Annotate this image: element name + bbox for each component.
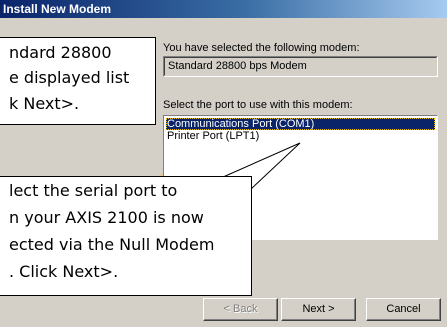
cancel-button-label: Cancel [386, 303, 421, 315]
port-item-label: Communications Port (COM1) [167, 118, 315, 130]
window-title: Install New Modem [3, 2, 112, 16]
back-button-label: < Back [223, 303, 258, 315]
callout-top-line-2: e displayed list [9, 68, 130, 87]
cancel-button[interactable]: Cancel [366, 298, 441, 321]
callout-top-line-1: ndard 28800 [9, 43, 112, 62]
title-bar[interactable]: Install New Modem [0, 0, 447, 18]
next-button-label: Next > [302, 303, 335, 315]
back-button[interactable]: < Back [203, 298, 278, 321]
callout-bottom-line-4: . Click Next>. [9, 262, 119, 281]
selected-modem-value: Standard 28800 bps Modem [168, 60, 307, 72]
callout-bottom: lect the serial port to n your AXIS 2100… [0, 176, 252, 296]
callout-top-line-3: k Next>. [9, 94, 80, 113]
port-item-com1[interactable]: Communications Port (COM1) [166, 118, 435, 130]
callout-bottom-line-1: lect the serial port to [9, 181, 178, 200]
next-button[interactable]: Next > [281, 298, 356, 321]
callout-bottom-line-3: ected via the Null Modem [9, 235, 215, 254]
port-item-lpt1[interactable]: Printer Port (LPT1) [166, 130, 435, 142]
selected-modem-label: You have selected the following modem: [163, 42, 360, 54]
port-item-label: Printer Port (LPT1) [167, 130, 260, 142]
callout-top: ndard 28800 e displayed list k Next>. [0, 37, 156, 125]
selected-modem-field: Standard 28800 bps Modem [163, 56, 438, 77]
port-select-label: Select the port to use with this modem: [163, 99, 353, 111]
callout-bottom-line-2: n your AXIS 2100 is now [9, 208, 204, 227]
